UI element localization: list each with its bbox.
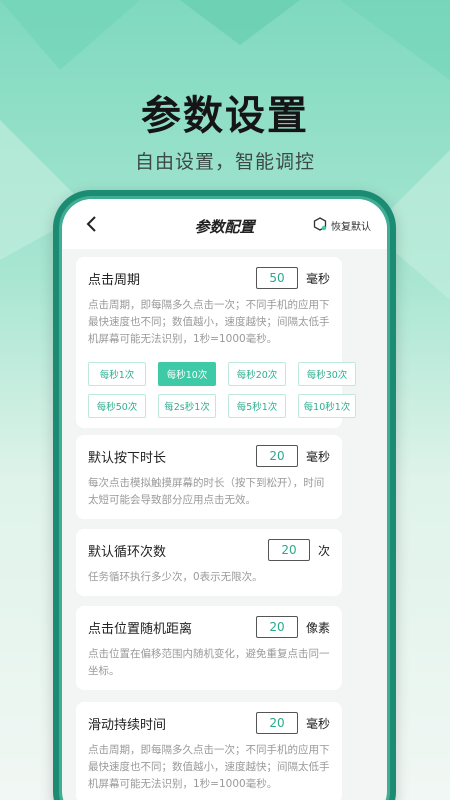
unit-label: 次 [317,543,330,558]
setting-card-press-duration: 默认按下时长 20 毫秒 每次点击模拟触摸屏幕的时长（按下到松开），时间太短可能… [76,435,342,519]
setting-label: 点击周期 [88,272,141,288]
setting-card-loop-count: 默认循环次数 20 次 任务循环执行多少次，0表示无限次。 [76,529,342,596]
setting-label: 点击位置随机距离 [88,621,193,637]
preset-chip[interactable]: 每秒50次 [88,394,146,418]
phone-frame: 参数配置 恢复默认 点击周期 50 毫秒 点击周期，即每隔多久点击一次；不同手机… [53,190,396,800]
setting-label: 默认循环次数 [88,544,167,560]
preset-chip[interactable]: 每10秒1次 [298,394,356,418]
setting-description: 点击周期，即每隔多久点击一次；不同手机的应用下最快速度也不同；数值越小，速度越快… [88,299,330,345]
value-input[interactable]: 20 [255,712,298,734]
unit-label: 毫秒 [305,271,330,286]
setting-label: 滑动持续时间 [88,717,167,733]
promo-subline: 自由设置，智能调控 [134,151,315,173]
preset-chips: 每秒1次 每秒10次 每秒20次 每秒30次 每秒50次 每2s秒1次 每5秒1… [88,362,356,418]
setting-card-random-offset: 点击位置随机距离 20 像素 点击位置在偏移范围内随机变化，避免重复点击同一坐标… [76,606,342,690]
setting-description: 点击位置在偏移范围内随机变化，避免重复点击同一坐标。 [88,648,330,677]
app-screen: 参数配置 恢复默认 点击周期 50 毫秒 点击周期，即每隔多久点击一次；不同手机… [62,199,387,800]
value-input[interactable]: 50 [255,267,298,289]
value-input[interactable]: 20 [255,445,298,467]
preset-chip[interactable]: 每秒20次 [228,362,286,386]
setting-description: 点击周期，即每隔多久点击一次；不同手机的应用下最快速度也不同；数值越小，速度越快… [88,744,330,790]
preset-chip[interactable]: 每2s秒1次 [158,394,216,418]
promo-headline: 参数设置 [141,93,309,139]
setting-card-swipe-duration: 滑动持续时间 20 毫秒 点击周期，即每隔多久点击一次；不同手机的应用下最快速度… [76,702,342,800]
setting-description: 每次点击模拟触摸屏幕的时长（按下到松开），时间太短可能会导致部分应用点击无效。 [88,477,325,506]
setting-description: 任务循环执行多少次，0表示无限次。 [88,571,263,583]
restore-label: 恢复默认 [331,222,371,233]
preset-chip[interactable]: 每秒1次 [88,362,146,386]
restore-default-button[interactable]: 恢复默认 [313,217,371,234]
unit-label: 毫秒 [305,716,330,731]
restore-icon [313,217,327,234]
unit-label: 像素 [305,620,330,635]
setting-card-click-period: 点击周期 50 毫秒 点击周期，即每隔多久点击一次；不同手机的应用下最快速度也不… [76,257,356,428]
preset-chip-active[interactable]: 每秒10次 [158,362,216,386]
value-input[interactable]: 20 [267,539,310,561]
value-input[interactable]: 20 [255,616,298,638]
preset-chip[interactable]: 每秒30次 [298,362,356,386]
navbar: 参数配置 恢复默认 [62,199,387,249]
phone-bezel: 参数配置 恢复默认 点击周期 50 毫秒 点击周期，即每隔多久点击一次；不同手机… [59,196,390,800]
preset-chip[interactable]: 每5秒1次 [228,394,286,418]
unit-label: 毫秒 [305,449,330,464]
setting-label: 默认按下时长 [88,450,167,466]
